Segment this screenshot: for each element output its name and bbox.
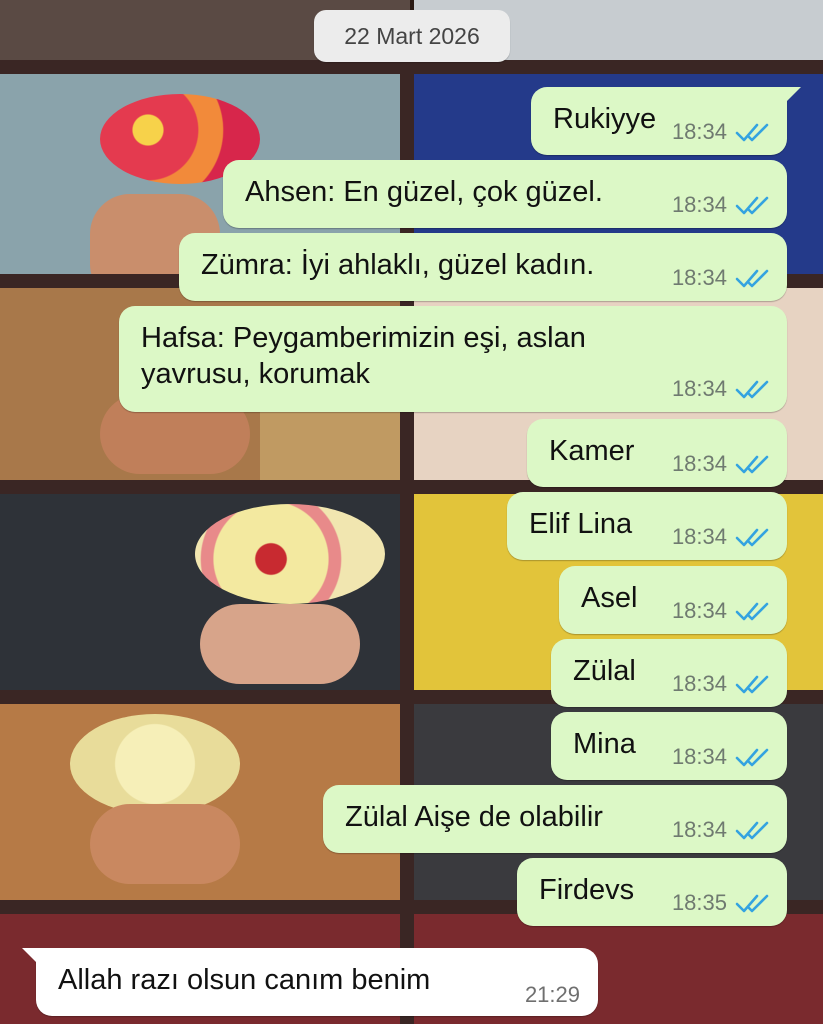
- double-check-icon: [735, 602, 769, 621]
- message-text: Firdevs: [539, 874, 635, 906]
- double-check-icon: [735, 123, 769, 142]
- message-text: Hafsa: Peygamberimizin eşi, aslan yavrus…: [141, 322, 586, 390]
- message-bubble-outgoing[interactable]: Kamer 18:34: [527, 419, 787, 487]
- double-check-icon: [735, 269, 769, 288]
- message-time: 18:34: [671, 265, 727, 290]
- message-text: Asel: [581, 582, 638, 614]
- message-time: 18:34: [671, 524, 727, 549]
- message-time: 18:34: [671, 598, 727, 623]
- message-text: Allah razı olsun canım benim: [58, 964, 431, 996]
- double-check-icon: [735, 748, 769, 767]
- date-chip: 22 Mart 2026: [314, 10, 510, 62]
- message-time: 18:34: [671, 817, 727, 842]
- message-text: Ahsen: En güzel, çok güzel.: [245, 176, 603, 208]
- wallpaper-tile: [0, 494, 400, 690]
- message-bubble-incoming[interactable]: Allah razı olsun canım benim 21:29: [22, 948, 598, 1016]
- message-bubble-outgoing[interactable]: Mina 18:34: [551, 712, 787, 780]
- message-bubble-outgoing[interactable]: Zümra: İyi ahlaklı, güzel kadın. 18:34: [179, 233, 787, 301]
- message-text: Kamer: [549, 435, 635, 467]
- message-time: 18:34: [671, 376, 727, 401]
- message-time: 18:34: [671, 671, 727, 696]
- double-check-icon: [735, 894, 769, 913]
- message-text: Zülal Aişe de olabilir: [345, 801, 603, 833]
- message-time: 18:34: [671, 119, 727, 144]
- double-check-icon: [735, 528, 769, 547]
- message-text: Zülal: [573, 655, 636, 687]
- double-check-icon: [735, 675, 769, 694]
- message-text: Rukiyye: [553, 103, 657, 135]
- message-time: 18:34: [671, 451, 727, 476]
- message-time: 18:34: [671, 744, 727, 769]
- message-bubble-outgoing[interactable]: Ahsen: En güzel, çok güzel. 18:34: [223, 160, 787, 228]
- message-bubble-outgoing[interactable]: Elif Lina 18:34: [507, 492, 787, 560]
- message-time: 18:35: [671, 890, 727, 915]
- message-bubble-outgoing[interactable]: Zülal 18:34: [551, 639, 787, 707]
- message-time: 21:29: [524, 982, 580, 1007]
- double-check-icon: [735, 455, 769, 474]
- double-check-icon: [735, 196, 769, 215]
- message-text: Elif Lina: [529, 508, 633, 540]
- double-check-icon: [735, 821, 769, 840]
- message-text: Mina: [573, 728, 636, 760]
- message-time: 18:34: [671, 192, 727, 217]
- message-bubble-outgoing[interactable]: Zülal Aişe de olabilir 18:34: [323, 785, 787, 853]
- message-bubble-outgoing[interactable]: Firdevs 18:35: [517, 858, 787, 926]
- message-text: Zümra: İyi ahlaklı, güzel kadın.: [201, 249, 595, 281]
- double-check-icon: [735, 380, 769, 399]
- message-bubble-outgoing[interactable]: Hafsa: Peygamberimizin eşi, aslan yavrus…: [119, 306, 787, 412]
- message-bubble-outgoing[interactable]: Rukiyye 18:34: [531, 87, 801, 155]
- message-bubble-outgoing[interactable]: Asel 18:34: [559, 566, 787, 634]
